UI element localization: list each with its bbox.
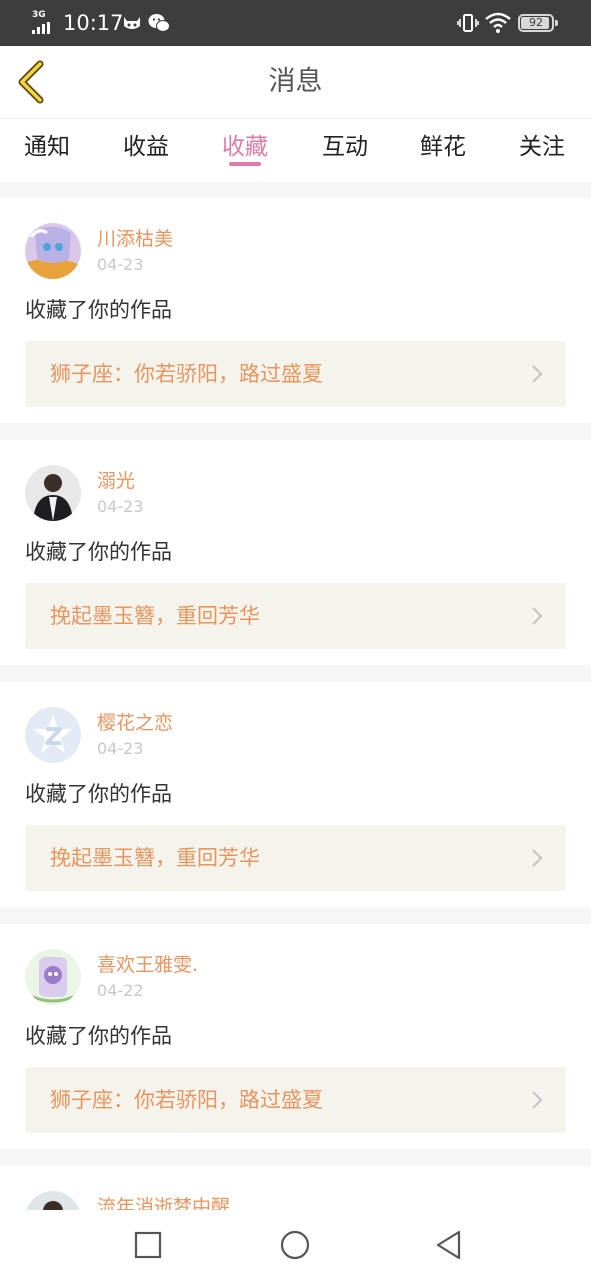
divider [0, 907, 591, 924]
list-item: 川添枯美 04-23 收藏了你的作品 狮子座：你若骄阳，路过盛夏 [0, 198, 591, 423]
page-header: 消息 [0, 46, 591, 118]
system-nav-bar [0, 1210, 591, 1280]
work-title: 挽起墨玉簪，重回芳华 [50, 846, 260, 870]
divider [0, 423, 591, 440]
timestamp: 04-23 [97, 255, 144, 274]
work-link[interactable]: 狮子座：你若骄阳，路过盛夏 [25, 341, 566, 407]
tab-following[interactable]: 关注 [497, 127, 587, 171]
cat-notification-icon [124, 17, 140, 29]
avatar[interactable] [25, 707, 81, 763]
wechat-icon [148, 14, 170, 32]
user-name[interactable]: 流年消逝梦中醒 [97, 1194, 230, 1210]
avatar[interactable] [25, 223, 81, 279]
chevron-right-icon [532, 365, 543, 383]
user-name[interactable]: 川添枯美 [97, 226, 173, 252]
work-link[interactable]: 狮子座：你若骄阳，路过盛夏 [25, 1067, 566, 1133]
tab-interactions[interactable]: 互动 [300, 127, 390, 171]
action-text: 收藏了你的作品 [25, 298, 172, 322]
work-link[interactable]: 挽起墨玉簪，重回芳华 [25, 583, 566, 649]
wifi-icon [485, 12, 511, 33]
clock: 10:17 [63, 11, 124, 35]
status-bar: 3G 10:17 92 [0, 0, 591, 46]
back-triangle-icon[interactable] [434, 1230, 464, 1260]
chevron-right-icon [532, 607, 543, 625]
action-text: 收藏了你的作品 [25, 782, 172, 806]
avatar[interactable] [25, 1191, 81, 1210]
list-item: 喜欢王雅雯. 04-22 收藏了你的作品 狮子座：你若骄阳，路过盛夏 [0, 924, 591, 1149]
timestamp: 04-22 [97, 981, 144, 1000]
work-title: 狮子座：你若骄阳，路过盛夏 [50, 1088, 323, 1112]
home-icon[interactable] [280, 1230, 310, 1260]
action-text: 收藏了你的作品 [25, 540, 172, 564]
chevron-right-icon [532, 849, 543, 867]
divider [0, 665, 591, 682]
user-name[interactable]: 喜欢王雅雯. [97, 952, 198, 978]
list-item: 溺光 04-23 收藏了你的作品 挽起墨玉簪，重回芳华 [0, 440, 591, 665]
tab-bar: 通知 收益 收藏 互动 鲜花 关注 [0, 118, 591, 182]
page-title: 消息 [268, 66, 323, 97]
list-item: 流年消逝梦中醒 [0, 1166, 591, 1210]
avatar[interactable] [25, 465, 81, 521]
timestamp: 04-23 [97, 739, 144, 758]
signal-icon: 3G [31, 10, 53, 34]
list-item: 樱花之恋 04-23 收藏了你的作品 挽起墨玉簪，重回芳华 [0, 682, 591, 907]
user-name[interactable]: 溺光 [97, 468, 135, 494]
battery-icon: 92 [518, 14, 558, 32]
avatar[interactable] [25, 949, 81, 1005]
divider [0, 182, 591, 198]
work-title: 挽起墨玉簪，重回芳华 [50, 604, 260, 628]
tab-flowers[interactable]: 鲜花 [398, 127, 488, 171]
work-link[interactable]: 挽起墨玉簪，重回芳华 [25, 825, 566, 891]
tab-earnings[interactable]: 收益 [101, 127, 191, 171]
tab-notifications[interactable]: 通知 [2, 127, 92, 171]
work-title: 狮子座：你若骄阳，路过盛夏 [50, 362, 323, 386]
recent-apps-icon[interactable] [133, 1230, 163, 1260]
network-type: 3G [32, 10, 46, 20]
chevron-right-icon [532, 1091, 543, 1109]
divider [0, 1149, 591, 1166]
user-name[interactable]: 樱花之恋 [97, 710, 173, 736]
timestamp: 04-23 [97, 497, 144, 516]
active-tab-indicator [229, 162, 261, 166]
battery-level: 92 [529, 16, 543, 29]
action-text: 收藏了你的作品 [25, 1024, 172, 1048]
vibrate-icon [457, 14, 479, 32]
